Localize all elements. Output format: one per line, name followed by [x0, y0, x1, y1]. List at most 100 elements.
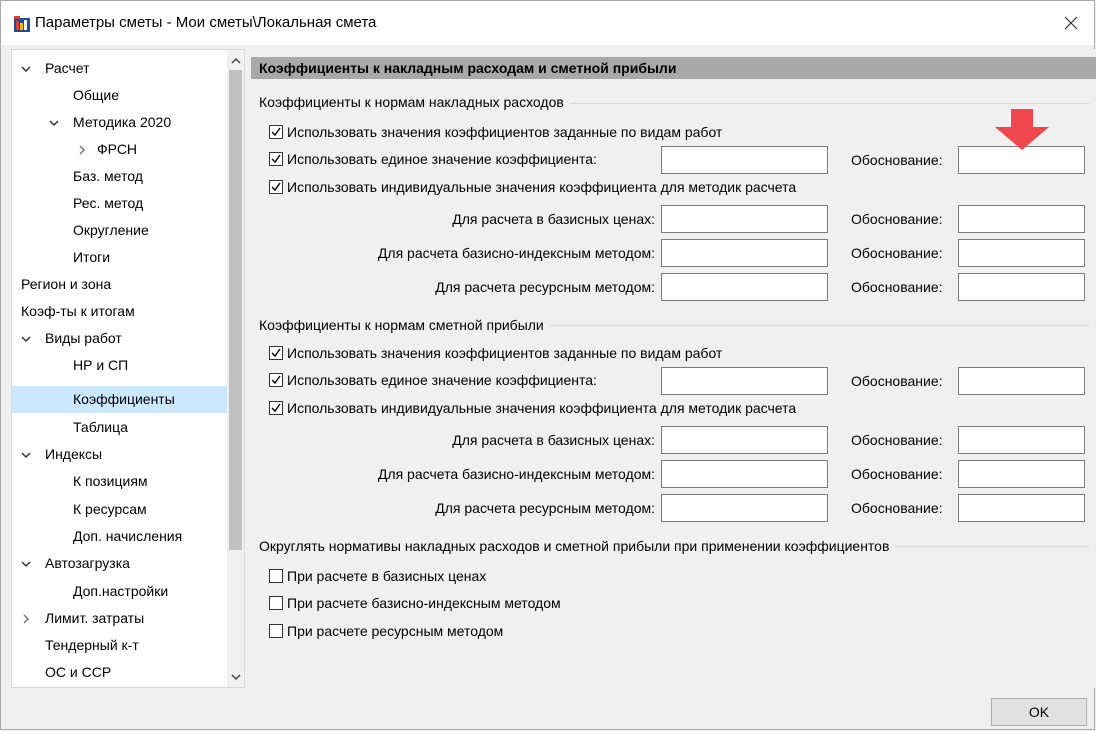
- nr-basic-prices-label: Для расчета в базисных ценах:: [452, 211, 655, 227]
- justification-label: Обоснование:: [851, 152, 943, 168]
- justification-label: Обоснование:: [851, 279, 943, 295]
- checkbox[interactable]: [269, 596, 283, 610]
- tree-item-raschet[interactable]: Расчет: [12, 55, 228, 82]
- checkbox[interactable]: [269, 373, 283, 387]
- sp-single-justification-input[interactable]: [958, 367, 1085, 395]
- checkmark-icon: [271, 403, 281, 413]
- chevron-down-icon[interactable]: [18, 55, 34, 82]
- sp-single-value-input[interactable]: [661, 367, 828, 395]
- sp-resource-input[interactable]: [661, 494, 828, 522]
- chevron-right-icon[interactable]: [74, 136, 90, 163]
- tree-item-label: Общие: [73, 87, 120, 103]
- tree-item-k-resursam[interactable]: К ресурсам: [12, 496, 228, 523]
- tree-item-label: Методика 2020: [73, 114, 172, 130]
- tree-item-avtozagruzka[interactable]: Автозагрузка: [12, 550, 228, 577]
- checkbox-label: Использовать значения коэффициентов зада…: [287, 345, 723, 361]
- tree-item-label: Индексы: [45, 446, 103, 462]
- justification-label: Обоснование:: [851, 211, 943, 227]
- sp-check-single-value[interactable]: Использовать единое значение коэффициент…: [269, 369, 597, 391]
- checkmark-icon: [271, 375, 281, 385]
- tree-item-obshie[interactable]: Общие: [12, 82, 228, 109]
- nr-check-by-work-types[interactable]: Использовать значения коэффициентов зада…: [269, 121, 722, 143]
- tree-item-limit-zatraty[interactable]: Лимит. затраты: [12, 605, 228, 632]
- checkbox[interactable]: [269, 569, 283, 583]
- checkbox-label: Использовать индивидуальные значения коэ…: [287, 179, 797, 195]
- justification-label: Обоснование:: [851, 466, 943, 482]
- tree-item-koefficienty[interactable]: Коэффициенты: [12, 386, 228, 413]
- scroll-up-button[interactable]: [227, 52, 244, 69]
- nr-basic-index-justification-input[interactable]: [958, 239, 1085, 267]
- nr-basic-index-input[interactable]: [661, 239, 828, 267]
- checkbox[interactable]: [269, 624, 283, 638]
- tree-item-tablica[interactable]: Таблица: [12, 414, 228, 441]
- round-check-basic-prices[interactable]: При расчете в базисных ценах: [269, 565, 486, 587]
- round-check-resource[interactable]: При расчете ресурсным методом: [269, 620, 503, 642]
- ok-button[interactable]: OK: [991, 698, 1087, 726]
- chevron-down-icon[interactable]: [18, 441, 34, 468]
- checkbox-label: Использовать единое значение коэффициент…: [287, 372, 597, 388]
- checkmark-icon: [271, 154, 281, 164]
- checkbox[interactable]: [269, 346, 283, 360]
- sp-resource-justification-input[interactable]: [958, 494, 1085, 522]
- chevron-down-icon[interactable]: [18, 325, 34, 352]
- chevron-down-icon[interactable]: [18, 550, 34, 577]
- chevron-down-icon[interactable]: [46, 109, 62, 136]
- tree-item-vidy-rabot[interactable]: Виды работ: [12, 325, 228, 352]
- checkbox[interactable]: [269, 152, 283, 166]
- tree-item-label: Автозагрузка: [45, 555, 130, 571]
- checkbox[interactable]: [269, 180, 283, 194]
- tree-item-itogi[interactable]: Итоги: [12, 244, 228, 271]
- scroll-thumb[interactable]: [229, 70, 242, 550]
- sp-basic-prices-justification-input[interactable]: [958, 426, 1085, 454]
- tree-item-dop-nastrojki[interactable]: Доп.настройки: [12, 578, 228, 605]
- nr-basic-prices-justification-input[interactable]: [958, 205, 1085, 233]
- sp-check-individual[interactable]: Использовать индивидуальные значения коэ…: [269, 397, 796, 419]
- close-button[interactable]: [1048, 1, 1094, 45]
- scroll-down-button[interactable]: [227, 668, 244, 685]
- checkbox-label: Использовать индивидуальные значения коэ…: [287, 400, 797, 416]
- tree-item-os-ssr[interactable]: ОС и ССР: [12, 659, 228, 686]
- nr-check-individual[interactable]: Использовать индивидуальные значения коэ…: [269, 176, 796, 198]
- tree-item-label: Расчет: [45, 60, 90, 76]
- app-icon: [14, 16, 30, 32]
- tree-item-label: Лимит. затраты: [45, 610, 145, 626]
- dialog-window: Параметры сметы - Мои сметы\Локальная см…: [0, 0, 1096, 730]
- nr-resource-input[interactable]: [661, 273, 828, 301]
- tree-item-nr-sp[interactable]: НР и СП: [12, 352, 228, 379]
- justification-label: Обоснование:: [851, 373, 943, 389]
- checkbox[interactable]: [269, 401, 283, 415]
- nr-basic-prices-input[interactable]: [661, 205, 828, 233]
- tree-item-res-metod[interactable]: Рес. метод: [12, 190, 228, 217]
- tree-item-baz-metod[interactable]: Баз. метод: [12, 163, 228, 190]
- close-icon: [1064, 16, 1078, 30]
- sp-check-by-work-types[interactable]: Использовать значения коэффициентов зада…: [269, 342, 722, 364]
- round-check-basic-index[interactable]: При расчете базисно-индексным методом: [269, 592, 561, 614]
- checkbox[interactable]: [269, 125, 283, 139]
- nr-single-value-input[interactable]: [661, 146, 828, 174]
- sp-basic-index-input[interactable]: [661, 460, 828, 488]
- sidebar-scrollbar[interactable]: [227, 50, 244, 687]
- tree-item-region[interactable]: Регион и зона: [12, 271, 228, 298]
- checkbox-label: Использовать единое значение коэффициент…: [287, 151, 597, 167]
- nr-check-single-value[interactable]: Использовать единое значение коэффициент…: [269, 148, 597, 170]
- tree-item-label: Доп. начисления: [73, 528, 183, 544]
- round-group-title: Округлять нормативы накладных расходов и…: [259, 538, 896, 554]
- sp-basic-index-justification-input[interactable]: [958, 460, 1085, 488]
- tree-item-label: Таблица: [73, 419, 128, 435]
- tree-item-dop-nachisleniya[interactable]: Доп. начисления: [12, 523, 228, 550]
- tree-item-metodika-2020[interactable]: Методика 2020: [12, 109, 228, 136]
- nr-resource-justification-input[interactable]: [958, 273, 1085, 301]
- sp-basic-prices-label: Для расчета в базисных ценах:: [452, 432, 655, 448]
- tree-item-tendernyj[interactable]: Тендерный к-т: [12, 632, 228, 659]
- nr-group-title: Коэффициенты к нормам накладных расходов: [259, 94, 570, 110]
- tree-item-frsn[interactable]: ФРСН: [12, 136, 228, 163]
- tree-item-label: Регион и зона: [21, 276, 112, 292]
- tree-item-label: Итоги: [73, 249, 111, 265]
- sp-basic-prices-input[interactable]: [661, 426, 828, 454]
- chevron-right-icon[interactable]: [18, 605, 34, 632]
- tree-item-label: Тендерный к-т: [45, 637, 139, 653]
- tree-item-okruglenie[interactable]: Округление: [12, 217, 228, 244]
- tree-item-koef-itogi[interactable]: Коэф-ты к итогам: [12, 298, 228, 325]
- tree-item-indeksy[interactable]: Индексы: [12, 441, 228, 468]
- tree-item-k-poziciyam[interactable]: К позициям: [12, 468, 228, 495]
